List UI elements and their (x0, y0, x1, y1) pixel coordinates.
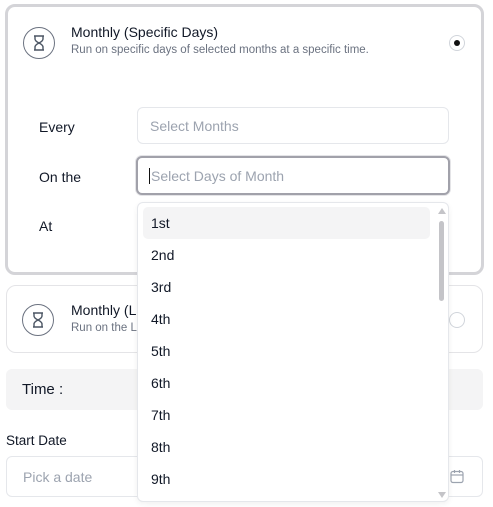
radio-dot (454, 40, 460, 46)
dropdown-option[interactable]: 7th (143, 399, 430, 431)
dropdown-option[interactable]: 2nd (143, 239, 430, 271)
hourglass-icon (23, 27, 55, 59)
select-days-placeholder: Select Days of Month (151, 167, 285, 184)
every-label: Every (39, 119, 75, 135)
date-placeholder: Pick a date (23, 469, 93, 485)
select-months-field[interactable]: Select Months (137, 107, 449, 144)
days-of-month-dropdown[interactable]: 1st 2nd 3rd 4th 5th 6th 7th 8th 9th (137, 202, 449, 502)
option-radio[interactable] (449, 312, 465, 328)
select-months-placeholder: Select Months (150, 117, 239, 134)
dropdown-option[interactable]: 3rd (143, 271, 430, 303)
scroll-down-arrow-icon[interactable] (438, 492, 446, 498)
time-label: Time : (22, 381, 64, 398)
calendar-icon[interactable] (450, 469, 464, 489)
dropdown-option[interactable]: 9th (143, 463, 430, 495)
dropdown-scrollbar[interactable] (438, 205, 446, 501)
dropdown-option[interactable]: 6th (143, 367, 430, 399)
hourglass-icon (22, 304, 54, 336)
at-label: At (39, 218, 53, 234)
text-caret (149, 167, 150, 184)
dropdown-option[interactable]: 4th (143, 303, 430, 335)
option-radio-selected[interactable] (449, 35, 465, 51)
option-title: Monthly (L (71, 302, 137, 318)
start-date-label: Start Date (6, 433, 67, 448)
scroll-up-arrow-icon[interactable] (438, 208, 446, 214)
option-description: Run on specific days of selected months … (71, 44, 369, 56)
dropdown-option[interactable]: 1st (143, 207, 430, 239)
scroll-thumb[interactable] (439, 221, 444, 301)
dropdown-option[interactable]: 8th (143, 431, 430, 463)
on-the-label: On the (39, 169, 82, 185)
option-description: Run on the L (71, 322, 137, 334)
select-days-of-month-field[interactable]: Select Days of Month (136, 156, 450, 195)
dropdown-option[interactable]: 5th (143, 335, 430, 367)
option-title: Monthly (Specific Days) (71, 24, 219, 40)
